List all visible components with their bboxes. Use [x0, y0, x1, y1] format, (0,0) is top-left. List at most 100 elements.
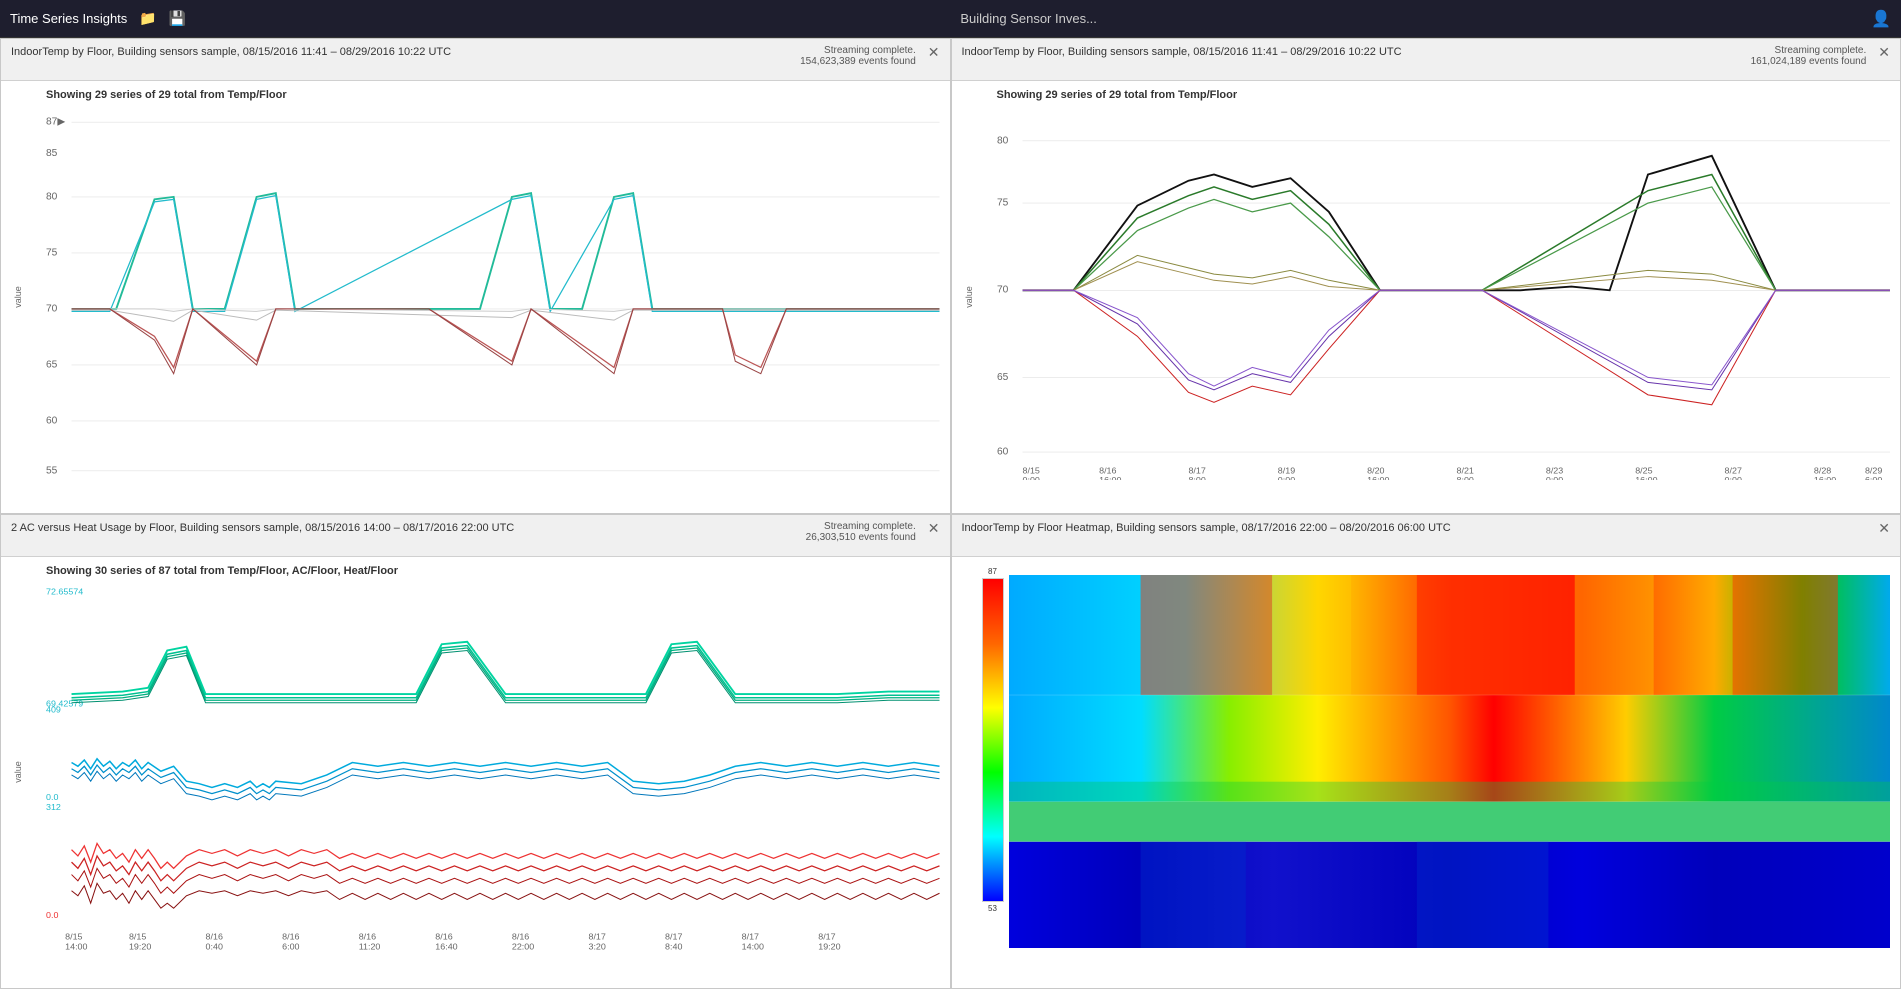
- chart-area-tr: value Showing 29 series of 29 total from…: [952, 81, 1901, 513]
- chart-svg-bl: 72.65574 69.42579 409 0.0 312 0.0: [46, 582, 940, 956]
- svg-text:8/28: 8/28: [1813, 465, 1830, 475]
- titlebar: Time Series Insights 📁 💾 Building Sensor…: [0, 0, 1901, 38]
- svg-text:8/15: 8/15: [65, 931, 82, 941]
- svg-text:8/15: 8/15: [1022, 465, 1039, 475]
- chart-subtitle-tl: Showing 29 series of 29 total from Temp/…: [46, 89, 940, 101]
- svg-text:0:00: 0:00: [1545, 475, 1562, 479]
- panel-top-right: IndoorTemp by Floor, Building sensors sa…: [951, 38, 1901, 514]
- panel-status-tl: Streaming complete. 154,623,389 events f…: [800, 45, 916, 67]
- main-content: IndoorTemp by Floor, Building sensors sa…: [0, 38, 1901, 989]
- svg-text:16:00: 16:00: [1099, 475, 1121, 479]
- svg-text:75: 75: [997, 198, 1009, 209]
- svg-text:8/16: 8/16: [206, 931, 223, 941]
- svg-text:14:00: 14:00: [65, 941, 87, 951]
- svg-text:8/17: 8/17: [818, 931, 835, 941]
- chart-svg-tl: 87▶ 85 80 75 70 65 60 55: [46, 106, 940, 480]
- panel-header-tr: IndoorTemp by Floor, Building sensors sa…: [952, 39, 1901, 81]
- svg-text:8/16: 8/16: [282, 931, 299, 941]
- svg-text:409: 409: [46, 704, 61, 714]
- svg-text:8/17: 8/17: [665, 931, 682, 941]
- svg-text:55: 55: [46, 465, 58, 476]
- chart-subtitle-bl: Showing 30 series of 87 total from Temp/…: [46, 565, 940, 577]
- svg-text:8/16: 8/16: [512, 931, 529, 941]
- svg-text:8/21: 8/21: [1456, 465, 1473, 475]
- chart-area-bl: value Showing 30 series of 87 total from…: [1, 557, 950, 989]
- svg-text:70: 70: [997, 285, 1009, 296]
- svg-text:8/29: 8/29: [1864, 465, 1881, 475]
- svg-text:8/17: 8/17: [588, 931, 605, 941]
- panel-status-bl: Streaming complete. 26,303,510 events fo…: [806, 521, 916, 543]
- panel-title-br: IndoorTemp by Floor Heatmap, Building se…: [962, 521, 1451, 535]
- chart-svg-tr: 80 75 70 65 60: [997, 106, 1891, 480]
- panel-header-tl: IndoorTemp by Floor, Building sensors sa…: [1, 39, 950, 81]
- svg-text:8/23: 8/23: [1545, 465, 1562, 475]
- panel-top-left: IndoorTemp by Floor, Building sensors sa…: [0, 38, 951, 514]
- svg-text:75: 75: [46, 248, 58, 259]
- panel-status-tr: Streaming complete. 161,024,189 events f…: [1751, 45, 1867, 67]
- svg-text:0:00: 0:00: [1022, 475, 1039, 479]
- panel-title-tr: IndoorTemp by Floor, Building sensors sa…: [962, 45, 1402, 59]
- close-button-tr[interactable]: ✕: [1878, 45, 1890, 59]
- svg-text:0.0: 0.0: [46, 910, 59, 920]
- svg-text:16:00: 16:00: [1367, 475, 1389, 479]
- panel-title-bl: 2 AC versus Heat Usage by Floor, Buildin…: [11, 521, 514, 535]
- user-icon[interactable]: 👤: [1871, 9, 1891, 29]
- svg-text:6:00: 6:00: [1864, 475, 1881, 479]
- folder-icon[interactable]: 📁: [139, 10, 156, 27]
- svg-text:8/16: 8/16: [435, 931, 452, 941]
- chart-subtitle-tr: Showing 29 series of 29 total from Temp/…: [997, 89, 1891, 101]
- svg-text:8/27: 8/27: [1724, 465, 1741, 475]
- close-button-tl[interactable]: ✕: [928, 45, 940, 59]
- window-title: Building Sensor Inves...: [960, 11, 1097, 26]
- svg-text:312: 312: [46, 801, 61, 811]
- save-icon[interactable]: 💾: [169, 10, 186, 27]
- heatmap-x-axis: 8/17 22:00 8/18 0:50 8/18 3:40 8/18 6:30…: [1009, 562, 1891, 575]
- close-button-bl[interactable]: ✕: [928, 521, 940, 535]
- svg-text:8/16: 8/16: [359, 931, 376, 941]
- close-button-br[interactable]: ✕: [1878, 521, 1890, 535]
- panel-header-br: IndoorTemp by Floor Heatmap, Building se…: [952, 515, 1901, 557]
- panel-title-tl: IndoorTemp by Floor, Building sensors sa…: [11, 45, 451, 59]
- svg-text:22:00: 22:00: [512, 941, 534, 951]
- svg-text:0:00: 0:00: [1724, 475, 1741, 479]
- heatmap-max-label: 87: [982, 567, 1004, 576]
- svg-text:8/17: 8/17: [742, 931, 759, 941]
- app-title: Time Series Insights: [10, 11, 127, 26]
- svg-text:87▶: 87▶: [46, 117, 65, 128]
- svg-text:14:00: 14:00: [742, 941, 764, 951]
- svg-text:65: 65: [46, 360, 58, 371]
- panel-bottom-left: 2 AC versus Heat Usage by Floor, Buildin…: [0, 514, 951, 989]
- heatmap-grid: [1009, 575, 1891, 948]
- svg-text:0:40: 0:40: [206, 941, 223, 951]
- heatmap-area: 87 53 8/17 22:00 8/18 0:50 8/18 3:40 8/1…: [952, 557, 1901, 989]
- svg-text:8/17: 8/17: [1188, 465, 1205, 475]
- svg-text:16:00: 16:00: [1813, 475, 1835, 479]
- svg-text:0:00: 0:00: [1277, 475, 1294, 479]
- panel-header-bl: 2 AC versus Heat Usage by Floor, Buildin…: [1, 515, 950, 557]
- svg-text:6:00: 6:00: [282, 941, 299, 951]
- svg-text:8/16: 8/16: [1099, 465, 1116, 475]
- svg-text:8:00: 8:00: [1188, 475, 1205, 479]
- svg-text:72.65574: 72.65574: [46, 586, 83, 596]
- chart-area-tl: value Showing 29 series of 29 total from…: [1, 81, 950, 513]
- svg-text:8:00: 8:00: [1456, 475, 1473, 479]
- svg-text:85: 85: [46, 148, 58, 159]
- svg-text:16:00: 16:00: [1635, 475, 1657, 479]
- svg-text:0.0: 0.0: [46, 791, 59, 801]
- titlebar-left: Time Series Insights 📁 💾: [10, 10, 186, 27]
- heatmap-min-label: 53: [982, 904, 1004, 913]
- svg-text:19:20: 19:20: [129, 941, 151, 951]
- svg-text:70: 70: [46, 304, 58, 315]
- svg-text:80: 80: [997, 135, 1009, 146]
- y-axis-label-tl: value: [13, 286, 23, 308]
- svg-text:65: 65: [997, 372, 1009, 383]
- panel-bottom-right: IndoorTemp by Floor Heatmap, Building se…: [951, 514, 1901, 989]
- svg-text:8/25: 8/25: [1635, 465, 1652, 475]
- svg-text:16:40: 16:40: [435, 941, 457, 951]
- svg-text:80: 80: [46, 191, 58, 202]
- svg-text:3:20: 3:20: [588, 941, 605, 951]
- svg-text:60: 60: [997, 447, 1009, 458]
- svg-text:8/20: 8/20: [1367, 465, 1384, 475]
- svg-text:8/19: 8/19: [1277, 465, 1294, 475]
- svg-text:11:20: 11:20: [359, 941, 381, 951]
